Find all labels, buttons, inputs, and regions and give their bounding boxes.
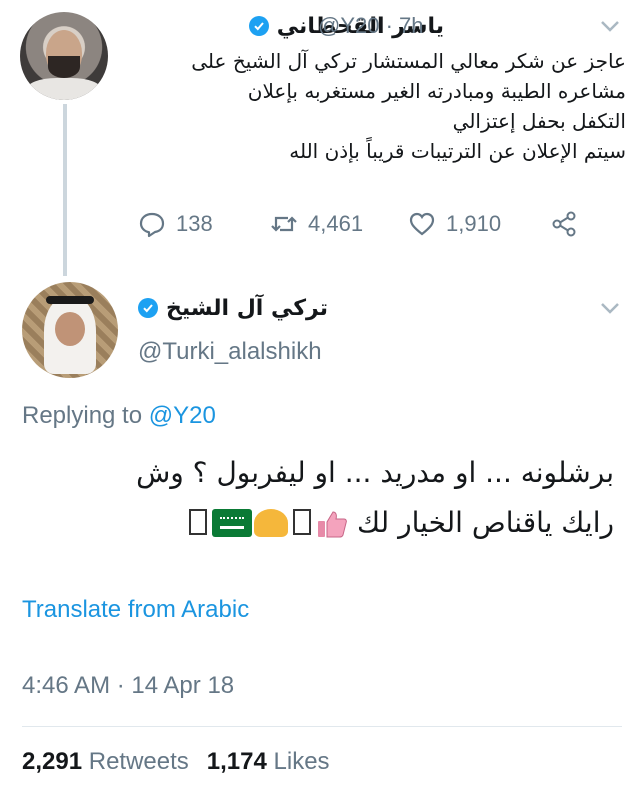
tweet-timestamp: 4:46 AM · 14 Apr 18 <box>22 672 235 699</box>
avatar-agal <box>46 296 94 304</box>
tweet-text: برشلونه ... او مدريد ... او ليفربول ؟ وش… <box>24 448 614 548</box>
chevron-down-icon[interactable] <box>598 300 622 316</box>
tweet-stats: 2,291 Retweets 1,174 Likes <box>22 748 330 776</box>
divider <box>22 726 622 727</box>
tweet-actions: 138 4,461 1,910 <box>138 206 578 242</box>
replying-prefix: Replying to <box>22 402 143 429</box>
thumbs-up-icon <box>318 511 348 538</box>
tweet-text-line: التكفل بحفل إعتزالي <box>452 109 626 133</box>
chevron-down-icon[interactable] <box>598 18 622 34</box>
retweet-count: 4,461 <box>308 211 364 236</box>
likes-count: 1,174 <box>206 748 267 775</box>
retweets-count: 2,291 <box>22 748 83 775</box>
thread-connector-line <box>63 104 67 276</box>
parent-tweet[interactable]: ياسر القحطاني @Y20 · 7h عاجز عن شكر معال… <box>0 0 644 276</box>
translate-link[interactable]: Translate from Arabic <box>22 596 249 624</box>
tweet-text-line: برشلونه ... او مدريد ... او ليفربول ؟ وش <box>136 456 614 489</box>
verified-icon <box>138 298 159 318</box>
author-name[interactable]: تركي آل الشيخ <box>166 296 328 321</box>
tweet-text: عاجز عن شكر معالي المستشار تركي آل الشيخ… <box>130 46 626 166</box>
retweets-label: Retweets <box>88 748 189 775</box>
like-button[interactable]: 1,910 <box>408 210 550 238</box>
author-handle[interactable]: @Y20 · 7h <box>318 10 424 42</box>
likes-label: Likes <box>273 748 330 775</box>
author-name-row[interactable]: تركي آل الشيخ <box>138 292 328 324</box>
like-icon <box>409 212 435 236</box>
retweet-button[interactable]: 4,461 <box>270 210 408 238</box>
avatar[interactable] <box>20 12 108 100</box>
likes-stat[interactable]: 1,174 Likes <box>207 748 330 776</box>
avatar-shirt <box>26 78 102 100</box>
tweet-text-line: عاجز عن شكر معالي المستشار تركي آل الشيخ… <box>191 49 626 73</box>
avatar-face <box>55 312 85 346</box>
verified-icon <box>248 16 269 36</box>
retweets-stat[interactable]: 2,291 Retweets <box>22 748 189 776</box>
like-count: 1,910 <box>446 211 502 236</box>
tweet-text-line: رايك ياقناص الخيار لك <box>357 506 614 539</box>
reply-icon <box>139 212 165 238</box>
share-icon <box>552 211 576 237</box>
praying-hands-icon <box>254 509 289 537</box>
share-button[interactable] <box>550 210 578 238</box>
replying-to: Replying to @Y20 <box>22 402 216 430</box>
avatar-beard <box>48 56 80 78</box>
reply-count: 138 <box>176 211 213 236</box>
replying-to-link[interactable]: @Y20 <box>149 402 216 429</box>
tweet-text-line: مشاعره الطيبة ومبادرته الغير مستغربه بإع… <box>247 79 626 103</box>
tweet-text-line: سيتم الإعلان عن الترتيبات قريباً بإذن ال… <box>289 139 626 163</box>
retweet-icon <box>271 216 297 232</box>
reply-button[interactable]: 138 <box>138 210 270 238</box>
emoji-group <box>186 509 348 539</box>
saudi-flag-icon <box>212 509 253 537</box>
avatar[interactable] <box>22 282 118 378</box>
missing-glyph-icon <box>293 509 312 535</box>
tweet-text-line-2: رايك ياقناص الخيار لك <box>24 498 614 548</box>
author-handle[interactable]: @Turki_alalshikh <box>138 338 322 366</box>
missing-glyph-icon <box>189 509 208 535</box>
